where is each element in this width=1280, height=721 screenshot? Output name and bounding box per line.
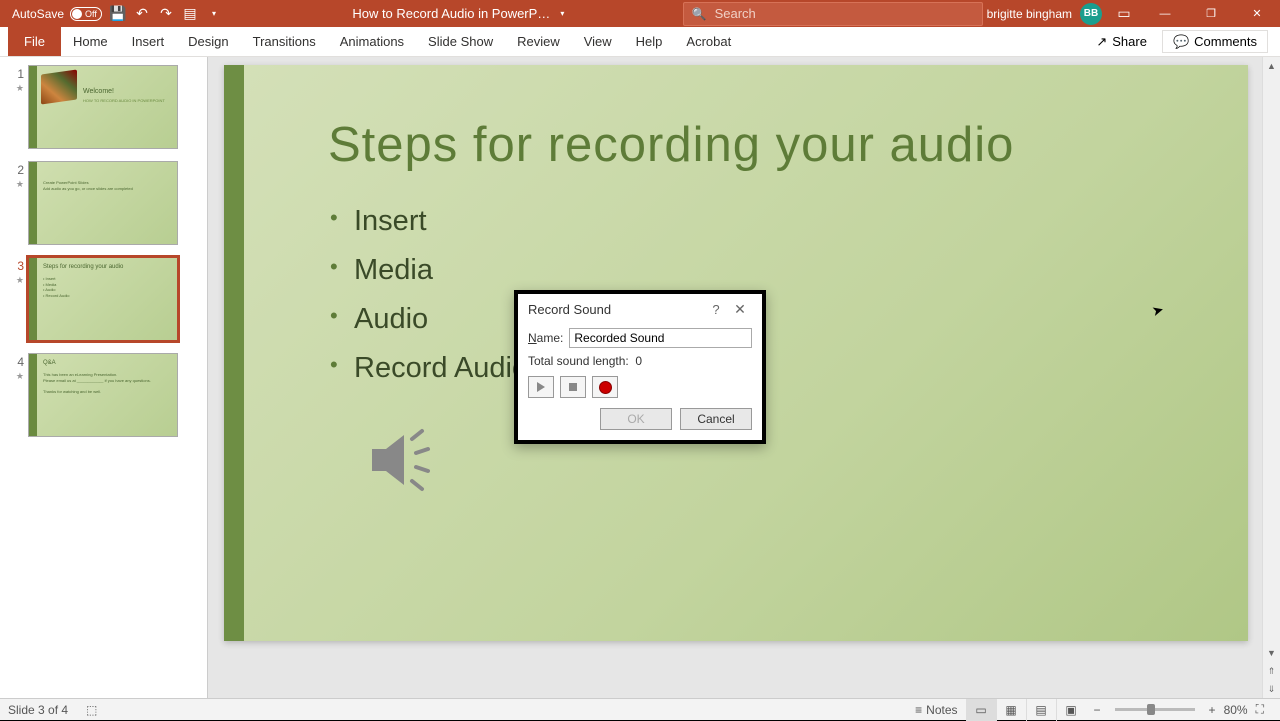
slide-thumbnail-3[interactable]: Steps for recording your audio • Insert … (28, 257, 178, 341)
thumbnail-row: 4★ Q&A This has been an eLearning Presen… (0, 353, 201, 437)
stop-icon (569, 383, 577, 391)
vertical-scrollbar[interactable]: ▲ ▼ ⇑ ⇓ (1262, 57, 1280, 698)
tab-slide-show[interactable]: Slide Show (416, 27, 505, 56)
zoom-level[interactable]: 80% (1224, 703, 1248, 717)
notes-button[interactable]: ≡ Notes (907, 703, 965, 717)
tab-insert[interactable]: Insert (120, 27, 177, 56)
tab-design[interactable]: Design (176, 27, 240, 56)
slide-thumbnail-1[interactable]: Welcome! HOW TO RECORD AUDIO IN POWERPOI… (28, 65, 178, 149)
qat-customize-icon[interactable]: ▾ (206, 6, 222, 22)
record-sound-dialog: Record Sound ? ✕ Name: Total sound lengt… (514, 290, 766, 444)
reading-view-button[interactable]: ▤ (1026, 699, 1056, 721)
view-buttons: ▭ ▦ ▤ ▣ (966, 699, 1086, 721)
status-bar: Slide 3 of 4 ⬚ ≡ Notes ▭ ▦ ▤ ▣ − + 80% ⛶ (0, 698, 1280, 720)
thumbnail-row: 3★ Steps for recording your audio • Inse… (0, 257, 201, 341)
bullet-item: Media (330, 254, 528, 287)
accessibility-checker-icon[interactable]: ⬚ (78, 703, 105, 717)
name-input[interactable] (569, 328, 752, 348)
record-icon (599, 381, 612, 394)
dialog-titlebar[interactable]: Record Sound ? ✕ (518, 294, 762, 324)
document-title: How to Record Audio in PowerP… ▾ (234, 6, 683, 21)
search-icon: 🔍 (692, 7, 707, 21)
dialog-title: Record Sound (528, 302, 611, 317)
tab-acrobat[interactable]: Acrobat (674, 27, 743, 56)
slide-sorter-button[interactable]: ▦ (996, 699, 1026, 721)
dialog-help-button[interactable]: ? (704, 302, 728, 317)
maximize-button[interactable]: ❐ (1188, 0, 1234, 27)
tab-transitions[interactable]: Transitions (241, 27, 328, 56)
tab-review[interactable]: Review (505, 27, 572, 56)
fit-to-window-button[interactable]: ⛶ (1248, 702, 1272, 717)
audio-placeholder-icon[interactable] (364, 425, 444, 495)
ribbon-tabs: File Home Insert Design Transitions Anim… (0, 27, 1280, 57)
slide-thumbnail-2[interactable]: Create PowerPoint Slides Add audio as yo… (28, 161, 178, 245)
ribbon-display-icon[interactable]: ▭ (1116, 6, 1132, 22)
sound-length-value: 0 (635, 354, 642, 368)
slide-indicator: Slide 3 of 4 (8, 703, 68, 717)
slide-thumbnail-4[interactable]: Q&A This has been an eLearning Presentat… (28, 353, 178, 437)
slide-accent-bar (224, 65, 244, 641)
autosave-label: AutoSave (12, 7, 64, 21)
share-icon: ↗ (1096, 34, 1107, 50)
tab-file[interactable]: File (8, 27, 61, 56)
thumbnail-row: 2★ Create PowerPoint Slides Add audio as… (0, 161, 201, 245)
tab-animations[interactable]: Animations (328, 27, 416, 56)
autosave-toggle[interactable]: AutoSave Off (12, 7, 102, 21)
user-name: brigitte bingham (987, 7, 1072, 21)
user-account[interactable]: brigitte bingham BB (983, 3, 1106, 25)
quick-access-toolbar: AutoSave Off 💾 ↶ ↷ ▤ ▾ (0, 6, 234, 22)
tab-home[interactable]: Home (61, 27, 120, 56)
slide-title: Steps for recording your audio (328, 117, 1014, 173)
user-avatar: BB (1080, 3, 1102, 25)
animation-indicator-icon: ★ (0, 371, 24, 382)
close-button[interactable]: ✕ (1234, 0, 1280, 27)
play-icon (537, 382, 545, 392)
zoom-in-button[interactable]: + (1201, 703, 1224, 717)
undo-icon[interactable]: ↶ (134, 6, 150, 22)
redo-icon[interactable]: ↷ (158, 6, 174, 22)
bullet-item: Audio (330, 303, 528, 336)
comments-button[interactable]: 💬 Comments (1162, 30, 1268, 53)
save-icon[interactable]: 💾 (110, 6, 126, 22)
record-button[interactable] (592, 376, 618, 398)
scroll-up-icon[interactable]: ▲ (1263, 57, 1280, 75)
sound-length-row: Total sound length: 0 (528, 354, 752, 368)
stop-button[interactable] (560, 376, 586, 398)
dialog-close-button[interactable]: ✕ (728, 301, 752, 318)
bullet-item: Insert (330, 205, 528, 238)
tab-view[interactable]: View (572, 27, 624, 56)
scroll-down-icon[interactable]: ▼ (1263, 644, 1280, 662)
name-label: Name: (528, 331, 563, 345)
prev-slide-icon[interactable]: ⇑ (1263, 662, 1280, 680)
notes-icon: ≡ (915, 703, 922, 717)
slide-bullet-list: Insert Media Audio Record Audio (330, 205, 528, 401)
slideshow-view-button[interactable]: ▣ (1056, 699, 1086, 721)
slide-thumbnail-panel: 1★ Welcome! HOW TO RECORD AUDIO IN POWER… (0, 57, 208, 698)
zoom-out-button[interactable]: − (1086, 703, 1109, 717)
minimize-button[interactable]: — (1142, 0, 1188, 27)
normal-view-button[interactable]: ▭ (966, 699, 996, 721)
zoom-slider[interactable] (1115, 708, 1195, 711)
title-dropdown-icon[interactable]: ▾ (560, 9, 564, 18)
animation-indicator-icon: ★ (0, 275, 24, 286)
title-bar: AutoSave Off 💾 ↶ ↷ ▤ ▾ How to Record Aud… (0, 0, 1280, 27)
cancel-button[interactable]: Cancel (680, 408, 752, 430)
comments-icon: 💬 (1173, 34, 1189, 50)
search-input[interactable]: 🔍 Search (683, 2, 983, 26)
present-from-beginning-icon[interactable]: ▤ (182, 6, 198, 22)
thumbnail-row: 1★ Welcome! HOW TO RECORD AUDIO IN POWER… (0, 65, 201, 149)
animation-indicator-icon: ★ (0, 83, 24, 94)
ok-button[interactable]: OK (600, 408, 672, 430)
tab-help[interactable]: Help (624, 27, 675, 56)
share-button[interactable]: ↗ Share (1085, 27, 1158, 56)
play-button[interactable] (528, 376, 554, 398)
bullet-item: Record Audio (330, 352, 528, 385)
next-slide-icon[interactable]: ⇓ (1263, 680, 1280, 698)
animation-indicator-icon: ★ (0, 179, 24, 190)
